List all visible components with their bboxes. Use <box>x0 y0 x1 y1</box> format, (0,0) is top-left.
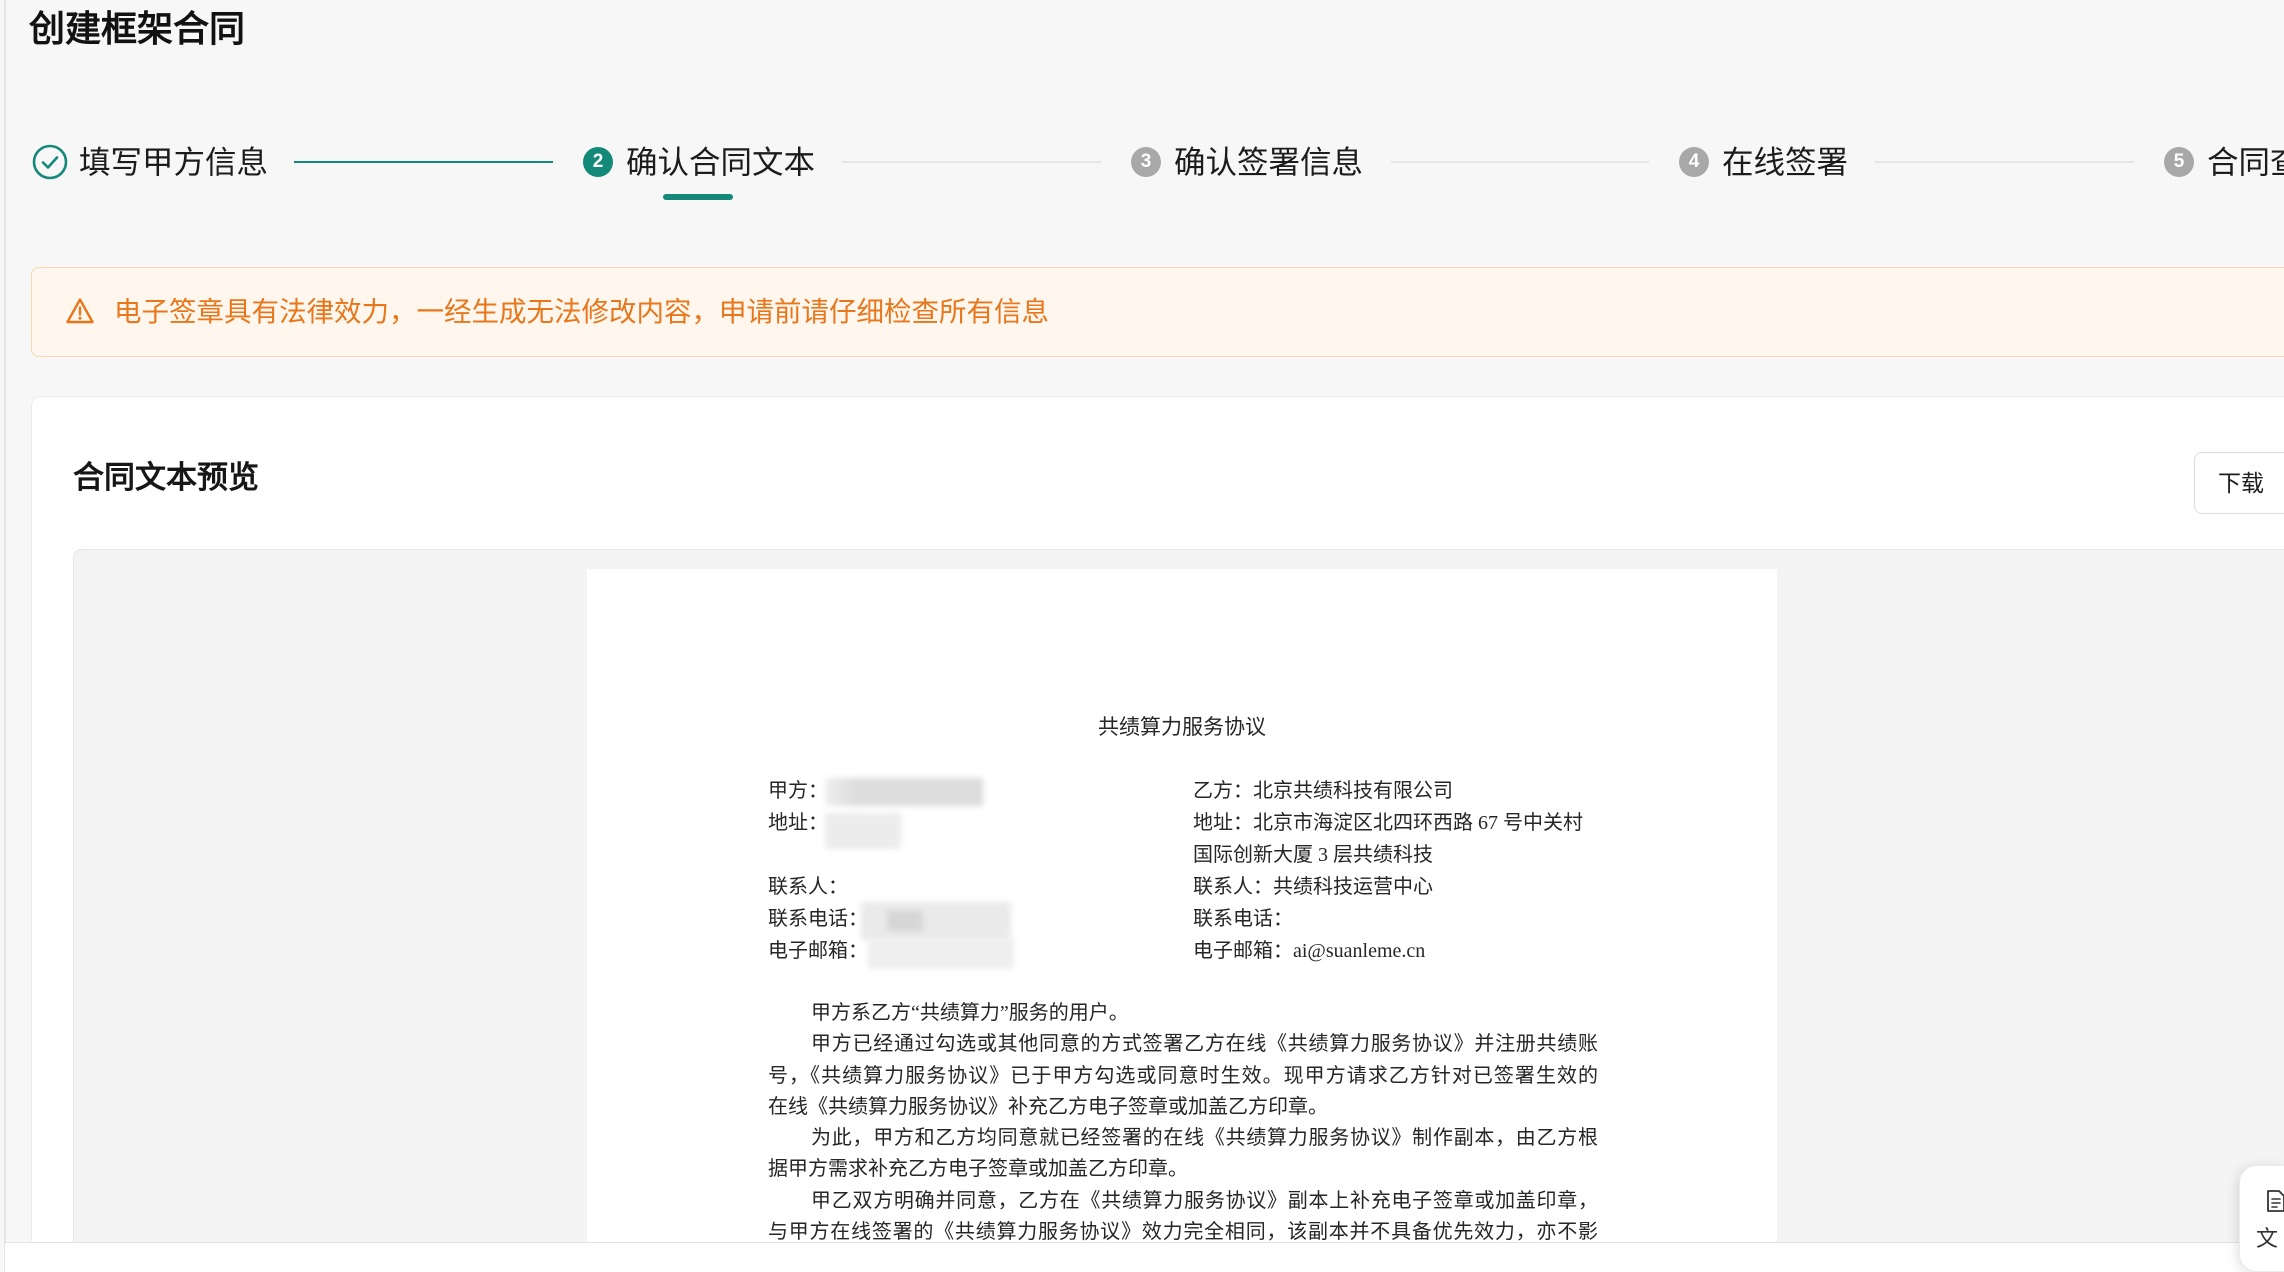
redacted-field <box>861 902 1011 940</box>
step-connector <box>842 161 1101 163</box>
step-number-icon: 4 <box>1679 147 1709 177</box>
party-a-phone-label: 联系电话： <box>768 908 868 930</box>
body-line: 据甲方需求补充乙方电子签章或加盖乙方印章。 <box>768 1158 1188 1181</box>
step-label: 确认签署信息 <box>1174 144 1364 180</box>
body-line: 甲乙双方明确并同意，乙方在《共绩算力服务协议》副本上补充电子签章或加盖印章， <box>811 1189 1598 1212</box>
redacted-field <box>887 911 923 931</box>
check-circle-icon <box>32 144 68 180</box>
document-icon <box>2267 1190 2284 1212</box>
create-framework-contract-page: 创建框架合同 填写甲方信息 2 确认合同文本 3 确认签署信息 4 在线签署 5… <box>0 0 2284 1272</box>
step-confirm-contract-text: 2 确认合同文本 <box>583 140 817 184</box>
redacted-field <box>868 939 1014 969</box>
redacted-field <box>825 813 901 849</box>
party-b-address-line: 国际创新大厦 3 层共绩科技 <box>1193 844 1433 866</box>
party-b-phone: 联系电话： <box>1193 908 1293 930</box>
widget-label: 文 <box>2256 1226 2279 1251</box>
party-a-contact-label: 联系人： <box>768 876 848 898</box>
party-b-name: 乙方：北京共绩科技有限公司 <box>1193 780 1453 802</box>
document-title: 共绩算力服务协议 <box>1098 715 1266 739</box>
party-b-address-line: 地址：北京市海淀区北四环西路 67 号中关村 <box>1193 812 1583 834</box>
step-number-icon: 3 <box>1131 147 1161 177</box>
body-line: 为此，甲方和乙方均同意就已经签署的在线《共绩算力服务协议》制作副本，由乙方根 <box>811 1127 1598 1150</box>
floating-document-widget[interactable]: 文 <box>2239 1165 2284 1272</box>
download-button[interactable]: 下载 <box>2194 452 2284 514</box>
step-number-icon: 2 <box>583 147 613 177</box>
body-line: 甲方系乙方“共绩算力”服务的用户。 <box>811 1002 1129 1024</box>
active-step-underline <box>663 194 733 200</box>
step-number-icon: 5 <box>2164 147 2194 177</box>
step-fill-party-a: 填写甲方信息 <box>32 140 269 184</box>
card-title: 合同文本预览 <box>73 460 259 495</box>
document-body: 甲方系乙方“共绩算力”服务的用户。 甲方已经通过勾选或其他同意的方式签署乙方在线… <box>768 998 1598 1248</box>
party-a-address-label: 地址： <box>768 812 828 834</box>
step-connector <box>294 161 553 163</box>
body-line: 甲方已经通过勾选或其他同意的方式签署乙方在线《共绩算力服务协议》并注册共绩账 <box>811 1033 1598 1056</box>
party-b-contact: 联系人：共绩科技运营中心 <box>1193 876 1433 898</box>
warning-banner: 电子签章具有法律效力，一经生成无法修改内容，申请前请仔细检查所有信息 <box>31 267 2284 357</box>
step-connector <box>1875 161 2134 163</box>
redacted-field <box>825 778 983 806</box>
warning-triangle-icon <box>66 298 94 324</box>
step-contract-view: 5 合同查 <box>2164 140 2284 184</box>
step-label: 填写甲方信息 <box>79 144 269 180</box>
body-line: 在线《共绩算力服务协议》补充乙方电子签章或加盖乙方印章。 <box>768 1095 1328 1118</box>
progress-steps: 填写甲方信息 2 确认合同文本 3 确认签署信息 4 在线签署 5 合同查 <box>0 0 2284 210</box>
document-page: 共绩算力服务协议 甲方： 地址： 联系人： 联系电话： 电子邮箱： 乙方：北京共… <box>587 569 1777 1272</box>
party-a-email-label: 电子邮箱： <box>768 940 868 962</box>
document-preview-area[interactable]: 共绩算力服务协议 甲方： 地址： 联系人： 联系电话： 电子邮箱： 乙方：北京共… <box>73 549 2284 1272</box>
step-label: 合同查 <box>2207 144 2284 180</box>
left-divider <box>4 0 6 1272</box>
step-connector <box>1391 161 1649 163</box>
step-online-signing: 4 在线签署 <box>1679 140 1849 184</box>
step-label: 确认合同文本 <box>626 144 816 180</box>
step-label: 在线签署 <box>1722 144 1849 180</box>
footer-bar <box>5 1242 2284 1272</box>
party-b-email: 电子邮箱：ai@suanleme.cn <box>1193 940 1426 962</box>
body-line: 号，《共绩算力服务协议》已于甲方勾选或同意时生效。现甲方请求乙方针对已签署生效的 <box>768 1064 1598 1087</box>
party-a-name-label: 甲方： <box>768 780 828 802</box>
step-confirm-signing-info: 3 确认签署信息 <box>1131 140 1365 184</box>
contract-preview-card: 合同文本预览 下载 共绩算力服务协议 甲方： 地址： 联系人： 联系电话： 电子… <box>31 396 2284 1272</box>
warning-text: 电子签章具有法律效力，一经生成无法修改内容，申请前请仔细检查所有信息 <box>114 296 1049 327</box>
